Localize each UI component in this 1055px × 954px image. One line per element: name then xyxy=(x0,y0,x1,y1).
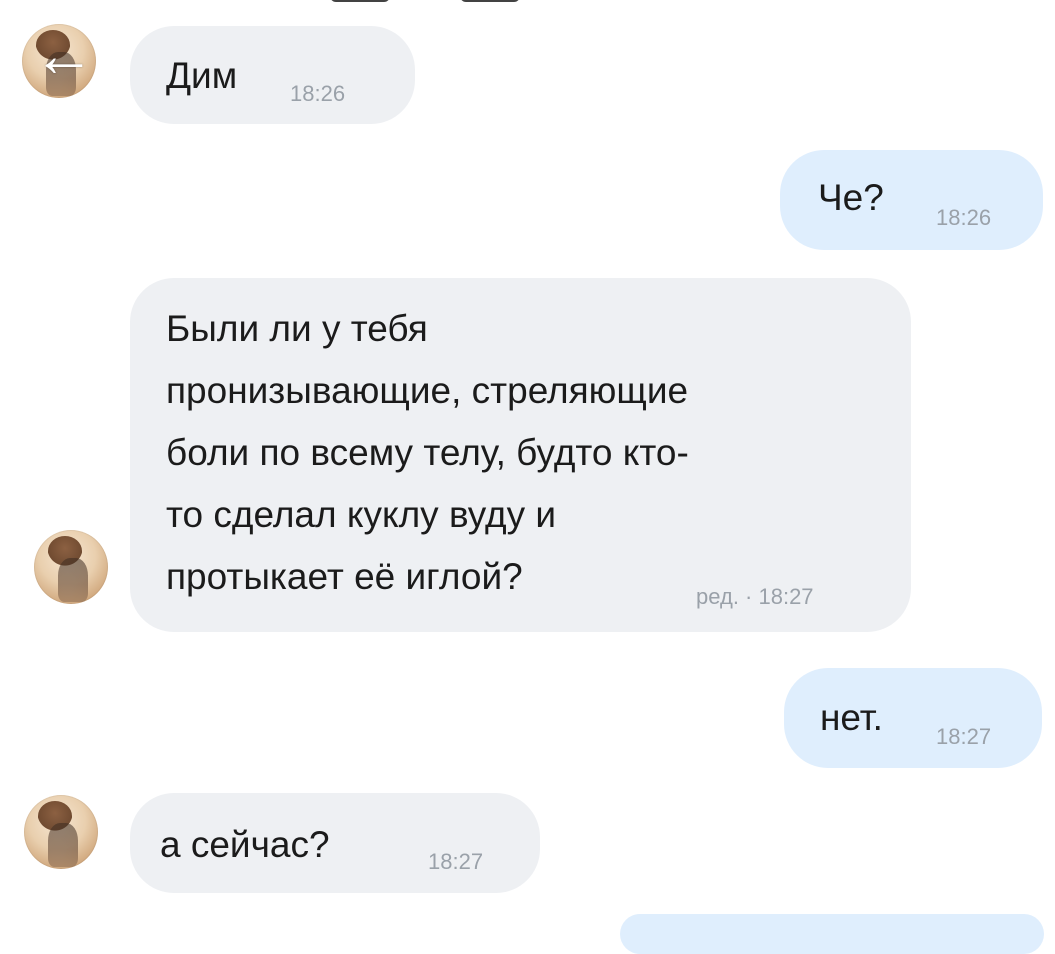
cropped-header xyxy=(330,0,670,6)
message-bubble-outgoing[interactable]: Че? 18:26 xyxy=(780,150,1043,250)
message-bubble-outgoing-partial[interactable] xyxy=(620,914,1044,954)
message-time: 18:27 xyxy=(936,724,992,749)
message-bubble-incoming[interactable]: Дим 18:26 xyxy=(130,26,415,124)
message-line: пронизывающие, стреляющие xyxy=(166,370,689,411)
message-bubble-incoming[interactable]: а сейчас? 18:27 xyxy=(130,793,540,893)
message-text: а сейчас? xyxy=(160,824,330,865)
message-time: ред. · 18:27 xyxy=(696,584,814,609)
message-text: Че? xyxy=(818,177,884,218)
back-arrow-icon[interactable]: ← xyxy=(28,20,100,92)
message-time: 18:27 xyxy=(428,849,484,874)
message-text: Были ли у тебя пронизывающие, стреляющие… xyxy=(166,298,886,608)
message-line: Были ли у тебя xyxy=(166,308,428,349)
message-time: 18:26 xyxy=(936,205,992,230)
message-bubble-incoming[interactable]: Были ли у тебя пронизывающие, стреляющие… xyxy=(130,278,911,632)
avatar[interactable] xyxy=(34,530,108,604)
message-line: то сделал куклу вуду и xyxy=(166,494,557,535)
message-line: боли по всему телу, будто кто- xyxy=(166,432,689,473)
message-bubble-outgoing[interactable]: нет. 18:27 xyxy=(784,668,1042,768)
avatar[interactable] xyxy=(24,795,98,869)
message-text: нет. xyxy=(820,697,883,738)
message-text: Дим xyxy=(166,55,238,96)
message-time: 18:26 xyxy=(290,81,346,106)
chat-thread: ← Дим 18:26 Че? 18:26 Были ли у тебя про… xyxy=(0,0,1055,954)
